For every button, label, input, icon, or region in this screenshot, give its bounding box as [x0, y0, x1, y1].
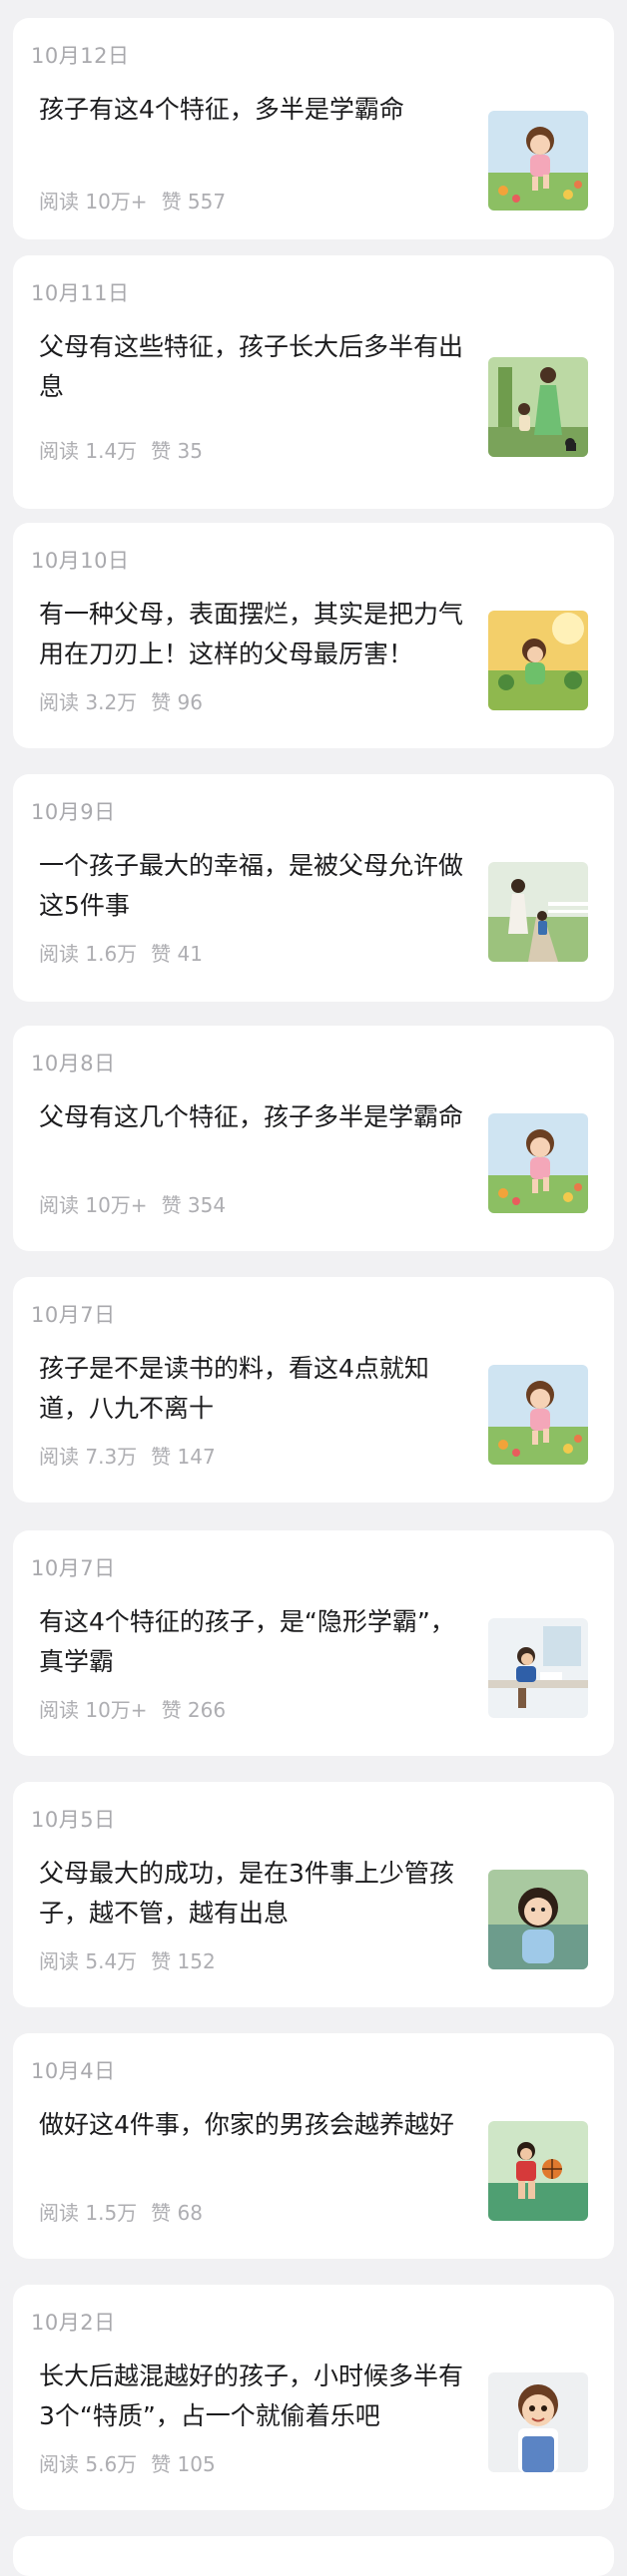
article-thumbnail[interactable]: [488, 1365, 588, 1465]
article-date: 10月8日: [31, 1052, 116, 1075]
article-stats: 阅读 1.5万赞 68: [39, 2197, 217, 2226]
like-count: 赞 68: [151, 2201, 203, 2225]
mother-child-path-image: [488, 862, 588, 962]
article-stats: 阅读 10万+ 赞 557: [39, 186, 240, 215]
boy-basketball-image: [488, 2121, 588, 2221]
article-title[interactable]: 做好这4件事，你家的男孩会越养越好: [39, 2105, 478, 2145]
article-date: 10月10日: [31, 549, 130, 573]
article-date: 10月2日: [31, 2311, 116, 2335]
article-card[interactable]: 10月4日 做好这4件事，你家的男孩会越养越好 阅读 1.5万赞 68: [13, 2033, 614, 2259]
article-date: 10月4日: [31, 2059, 116, 2083]
article-card[interactable]: 10月12日 孩子有这4个特征，多半是学霸命 阅读 10万+ 赞 557: [13, 18, 614, 239]
read-count: 阅读 5.4万: [39, 1949, 138, 1973]
article-stats: 阅读 5.4万赞 152: [39, 1945, 230, 1974]
article-thumbnail[interactable]: [488, 2372, 588, 2472]
article-title[interactable]: 父母有这些特征，孩子长大后多半有出息: [39, 327, 478, 407]
article-stats: 阅读 10万+ 赞 354: [39, 1189, 240, 1218]
article-title[interactable]: 父母最大的成功，是在3件事上少管孩子，越不管，越有出息: [39, 1854, 478, 1933]
read-count: 阅读 1.6万: [39, 942, 138, 966]
article-card[interactable]: 10月9日 一个孩子最大的幸福，是被父母允许做这5件事 阅读 1.6万赞 41: [13, 774, 614, 1002]
article-stats: 阅读 1.4万赞 35: [39, 435, 217, 464]
article-card[interactable]: 10月7日 有这4个特征的孩子，是“隐形学霸”，真学霸 阅读 10万+ 赞 266: [13, 1530, 614, 1756]
article-thumbnail[interactable]: [488, 2121, 588, 2221]
read-count: 阅读 3.2万: [39, 690, 138, 714]
like-count: 赞 35: [151, 439, 203, 463]
like-count: 赞 354: [161, 1193, 227, 1217]
article-title[interactable]: 孩子是不是读书的料，看这4点就知道，八九不离十: [39, 1349, 478, 1429]
like-count: 赞 105: [151, 2452, 216, 2476]
boy-studying-desk-image: [488, 1618, 588, 1718]
article-title[interactable]: 孩子有这4个特征，多半是学霸命: [39, 90, 478, 130]
article-thumbnail[interactable]: [488, 1113, 588, 1213]
article-date: 10月9日: [31, 800, 116, 824]
read-count: 阅读 10万+: [39, 1698, 148, 1722]
girl-running-flowers-image: [488, 1113, 588, 1213]
article-stats: 阅读 1.6万赞 41: [39, 938, 217, 967]
read-count: 阅读 1.5万: [39, 2201, 138, 2225]
article-date: 10月5日: [31, 1808, 116, 1832]
read-count: 阅读 1.4万: [39, 439, 138, 463]
article-stats: 阅读 3.2万赞 96: [39, 686, 217, 715]
like-count: 赞 96: [151, 690, 203, 714]
like-count: 赞 557: [161, 190, 227, 214]
article-feed: 10月12日 孩子有这4个特征，多半是学霸命 阅读 10万+ 赞 557 10月1…: [0, 0, 627, 2576]
girl-smiling-lake-image: [488, 1870, 588, 1969]
article-stats: 阅读 7.3万赞 147: [39, 1441, 230, 1470]
girl-running-flowers-image: [488, 1365, 588, 1465]
girl-in-garden-image: [488, 611, 588, 710]
read-count: 阅读 5.6万: [39, 2452, 138, 2476]
article-card[interactable]: 10月10日 有一种父母，表面摆烂，其实是把力气用在刀刃上！这样的父母最厉害！ …: [13, 523, 614, 748]
article-thumbnail[interactable]: [488, 111, 588, 211]
article-stats: 阅读 10万+ 赞 266: [39, 1694, 240, 1723]
article-title[interactable]: 有这4个特征的孩子，是“隐形学霸”，真学霸: [39, 1602, 478, 1682]
read-count: 阅读 10万+: [39, 1193, 148, 1217]
like-count: 赞 41: [151, 942, 203, 966]
article-date: 10月12日: [31, 44, 130, 68]
article-stats: 阅读 5.6万赞 105: [39, 2448, 230, 2477]
article-thumbnail[interactable]: [488, 862, 588, 962]
article-card[interactable]: 10月7日 孩子是不是读书的料，看这4点就知道，八九不离十 阅读 7.3万赞 1…: [13, 1277, 614, 1503]
article-thumbnail[interactable]: [488, 1618, 588, 1718]
like-count: 赞 266: [161, 1698, 227, 1722]
article-card[interactable]: 10月8日 父母有这几个特征，孩子多半是学霸命 阅读 10万+ 赞 354: [13, 1026, 614, 1251]
article-title[interactable]: 有一种父母，表面摆烂，其实是把力气用在刀刃上！这样的父母最厉害！: [39, 595, 478, 674]
article-title[interactable]: 一个孩子最大的幸福，是被父母允许做这5件事: [39, 846, 478, 926]
mother-child-walking-image: [488, 357, 588, 457]
like-count: 赞 152: [151, 1949, 216, 1973]
article-thumbnail[interactable]: [488, 357, 588, 457]
article-thumbnail[interactable]: [488, 611, 588, 710]
article-date: 10月7日: [31, 1303, 116, 1327]
article-date: 10月11日: [31, 281, 130, 305]
article-card[interactable]: 10月2日 长大后越混越好的孩子，小时候多半有3个“特质”，占一个就偷着乐吧 阅…: [13, 2285, 614, 2510]
article-date: 10月7日: [31, 1556, 116, 1580]
article-title[interactable]: 长大后越混越好的孩子，小时候多半有3个“特质”，占一个就偷着乐吧: [39, 2357, 478, 2436]
read-count: 阅读 10万+: [39, 190, 148, 214]
read-count: 阅读 7.3万: [39, 1445, 138, 1469]
cartoon-boy-overalls-image: [488, 2372, 588, 2472]
article-title[interactable]: 父母有这几个特征，孩子多半是学霸命: [39, 1097, 478, 1137]
article-card[interactable]: [13, 2536, 614, 2576]
like-count: 赞 147: [151, 1445, 216, 1469]
article-thumbnail[interactable]: [488, 1870, 588, 1969]
article-card[interactable]: 10月5日 父母最大的成功，是在3件事上少管孩子，越不管，越有出息 阅读 5.4…: [13, 1782, 614, 2007]
article-card[interactable]: 10月11日 父母有这些特征，孩子长大后多半有出息 阅读 1.4万赞 35: [13, 255, 614, 509]
girl-running-flowers-image: [488, 111, 588, 211]
